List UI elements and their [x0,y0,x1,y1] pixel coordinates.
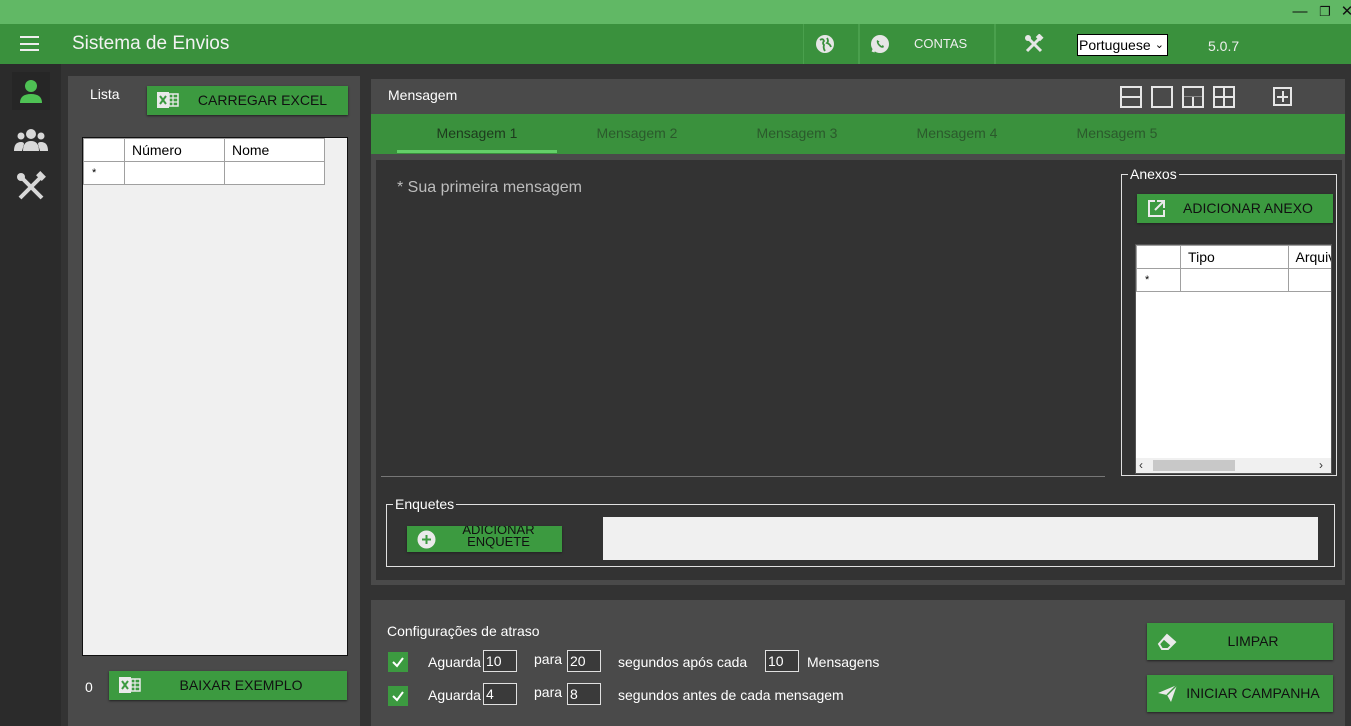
nav-groups[interactable] [12,121,50,159]
add-poll-label: ADICIONAR ENQUETE [462,526,535,549]
new-row-marker: * [1136,268,1182,292]
messages-label: Mensagens [807,654,880,670]
plus-circle-icon [417,530,436,549]
group-icon [14,129,48,151]
clear-label: LIMPAR [1227,633,1279,649]
scroll-left-icon[interactable]: ‹ [1139,458,1143,472]
polls-legend: Enquetes [395,496,455,512]
grid-corner [1136,245,1182,269]
check-icon [392,657,404,668]
column-header-nome[interactable]: Nome [224,138,325,162]
send-icon [1158,684,1178,702]
add-layout-icon[interactable] [1273,87,1292,106]
minimize-button[interactable]: — [1291,2,1309,22]
contacts-table: Número Nome * [83,138,325,185]
external-link-icon [1148,200,1165,217]
column-header-arquivo[interactable]: Arquivo [1287,245,1331,269]
layout-split-horizontal-icon[interactable] [1120,86,1142,108]
cell-arquivo[interactable] [1287,268,1331,292]
close-button[interactable]: ✕ [1338,2,1351,22]
language-value: Portuguese [1079,37,1151,53]
to-label: para [534,684,563,700]
column-header-numero[interactable]: Número [124,138,225,162]
tab-mensagem-1[interactable]: Mensagem 1 [397,125,557,141]
messages-count-input[interactable]: 10 [765,650,799,672]
grid-corner [83,138,125,162]
delay-after-checkbox[interactable] [388,652,408,672]
delay-before-min-input[interactable]: 4 [483,683,517,705]
layout-single-icon[interactable] [1151,86,1173,108]
app-title: Sistema de Envios [72,33,230,54]
wait-label: Aguarda [428,687,481,703]
delay-after-min-input[interactable]: 10 [483,650,517,672]
left-nav [0,64,61,726]
tab-mensagem-2[interactable]: Mensagem 2 [557,125,717,141]
contact-count: 0 [85,679,93,695]
nav-settings[interactable] [12,168,50,206]
tools-icon [1025,34,1044,53]
add-poll-button[interactable]: ADICIONAR ENQUETE [407,526,562,552]
contacts-grid[interactable]: Número Nome * [82,137,348,656]
start-campaign-label: INICIAR CAMPANHA [1186,685,1320,701]
eraser-icon [1157,633,1177,650]
tools-icon [17,171,46,200]
load-excel-label: CARREGAR EXCEL [197,92,328,108]
check-icon [392,691,404,702]
column-header-tipo[interactable]: Tipo [1180,245,1289,269]
attachments-grid[interactable]: TipoArquivo * [1135,244,1332,474]
new-row-marker: * [83,161,125,185]
restore-button[interactable]: ❐ [1316,2,1334,22]
list-label: Lista [90,86,120,102]
hamburger-menu-icon[interactable] [20,36,39,51]
cell-numero[interactable] [124,161,225,185]
download-example-button[interactable]: BAIXAR EXEMPLO [109,671,347,700]
chevron-down-icon: ⌄ [1154,39,1164,51]
polls-list[interactable] [603,517,1318,560]
contas-button[interactable]: CONTAS [859,24,995,64]
add-attachment-label: ADICIONAR ANEXO [1183,200,1313,216]
excel-icon [157,92,179,108]
tab-mensagem-5[interactable]: Mensagem 5 [1037,125,1197,141]
scroll-right-icon[interactable]: › [1319,458,1323,472]
seconds-after-label: segundos após cada [618,654,748,670]
cell-tipo[interactable] [1180,268,1289,292]
message-editor[interactable] [381,166,1105,477]
horizontal-scrollbar[interactable]: ‹ › [1136,458,1331,473]
message-label: Mensagem [388,87,458,103]
tab-mensagem-3[interactable]: Mensagem 3 [717,125,877,141]
web-button[interactable] [803,24,859,64]
scrollbar-thumb[interactable] [1153,460,1235,471]
layout-split-diagonal-icon[interactable] [1182,86,1204,108]
to-label: para [534,651,563,667]
active-tab-indicator [397,150,557,153]
download-example-label: BAIXAR EXEMPLO [179,677,303,693]
wait-label: Aguarda [428,654,481,670]
seconds-before-label: segundos antes de cada mensagem [618,687,844,703]
nav-contacts[interactable] [12,72,50,110]
delay-before-checkbox[interactable] [388,686,408,706]
delay-before-max-input[interactable]: 8 [567,683,601,705]
message-placeholder: * Sua primeira mensagem [397,179,582,196]
language-select[interactable]: Portuguese ⌄ [1077,34,1168,56]
excel-icon [119,677,141,693]
add-attachment-button[interactable]: ADICIONAR ANEXO [1137,194,1333,223]
tools-button[interactable] [995,24,1058,64]
user-icon [20,80,42,103]
attachments-legend: Anexos [1130,166,1177,182]
whatsapp-icon [871,35,889,53]
globe-icon [816,35,834,53]
layout-grid-icon[interactable] [1213,86,1235,108]
delay-title: Configurações de atraso [387,623,540,639]
start-campaign-button[interactable]: INICIAR CAMPANHA [1147,675,1333,712]
version-label: 5.0.7 [1208,38,1240,54]
attachments-table: TipoArquivo * [1136,245,1331,292]
delay-after-max-input[interactable]: 20 [567,650,601,672]
clear-button[interactable]: LIMPAR [1147,623,1333,660]
tab-mensagem-4[interactable]: Mensagem 4 [877,125,1037,141]
load-excel-button[interactable]: CARREGAR EXCEL [147,86,348,115]
cell-nome[interactable] [224,161,325,185]
window-top-strip [0,0,1351,24]
contas-label: CONTAS [914,36,968,51]
